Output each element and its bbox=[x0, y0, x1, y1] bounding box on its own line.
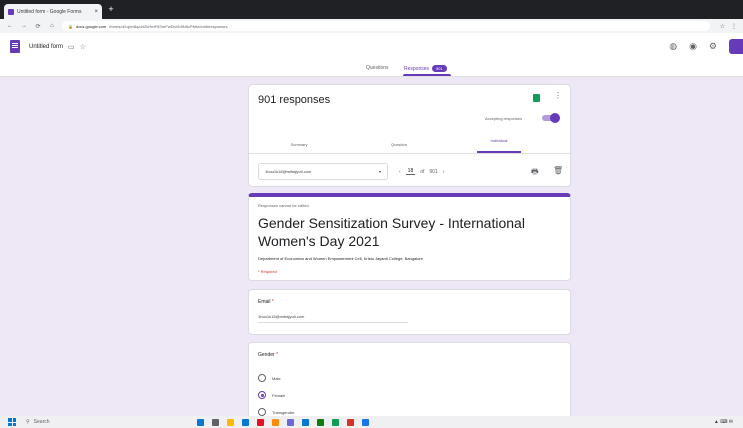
address-bar[interactable]: 🔒 docs.google.com /forms/d/1qlmBqaI4ZkHm… bbox=[62, 21, 710, 31]
settings-icon[interactable]: ⚙ bbox=[709, 41, 717, 52]
taskbar-app-icon[interactable] bbox=[257, 418, 264, 426]
taskbar-app-icon[interactable] bbox=[272, 418, 279, 426]
option-label: Male bbox=[272, 375, 281, 381]
taskbar-app-icon[interactable] bbox=[197, 418, 204, 426]
option-transgender[interactable]: Transgender bbox=[258, 408, 295, 416]
accepting-responses-label: Accepting responses bbox=[485, 116, 523, 121]
radio-button[interactable] bbox=[258, 408, 266, 416]
accepting-responses-toggle[interactable] bbox=[542, 113, 560, 123]
option-label: Transgender bbox=[272, 409, 295, 415]
previous-response-icon[interactable]: ‹ bbox=[399, 169, 401, 175]
respondent-select-value: 1hou1k18@mitrajyoti.com bbox=[265, 169, 312, 174]
browser-tab-strip: Untitled form - Google Forms × + bbox=[0, 0, 743, 19]
response-count: 901 responses bbox=[258, 94, 331, 106]
respondent-select[interactable]: 1hou1k18@mitrajyoti.com ▾ bbox=[258, 163, 388, 180]
taskbar-app-icon[interactable] bbox=[242, 418, 249, 426]
gender-question-label: Gender * bbox=[258, 352, 278, 358]
taskbar-app-icon[interactable] bbox=[212, 418, 219, 426]
taskbar-app-icon[interactable] bbox=[332, 418, 339, 426]
email-label-text: Email bbox=[258, 299, 271, 305]
tab-individual[interactable]: Individual bbox=[481, 138, 517, 144]
option-female[interactable]: Female bbox=[258, 391, 285, 399]
pager-of-label: of bbox=[420, 168, 425, 175]
forms-favicon-icon bbox=[8, 8, 14, 15]
form-sections-nav: Questions Responses 901 bbox=[0, 60, 743, 77]
toggle-knob bbox=[550, 113, 560, 123]
current-response-input[interactable]: 18 bbox=[405, 168, 416, 175]
response-count-badge: 901 bbox=[432, 65, 447, 72]
tab-responses[interactable]: Responses 901 bbox=[404, 65, 447, 72]
required-star: * bbox=[276, 352, 279, 358]
new-tab-button[interactable]: + bbox=[106, 4, 116, 14]
required-star: * bbox=[271, 299, 274, 305]
tab-responses-label: Responses bbox=[404, 66, 430, 72]
taskbar-search[interactable]: ⚲ Search bbox=[22, 417, 172, 427]
customize-theme-icon[interactable]: ◍ bbox=[669, 41, 677, 52]
back-icon[interactable]: ← bbox=[6, 23, 14, 29]
more-options-icon[interactable]: ⋮ bbox=[554, 91, 562, 100]
radio-button[interactable] bbox=[258, 374, 266, 382]
windows-taskbar: ⚲ Search ▲ ⌨ ✉ bbox=[0, 416, 743, 428]
survey-title: Gender Sensitization Survey - Internatio… bbox=[258, 215, 525, 249]
gender-label-text: Gender bbox=[258, 352, 275, 358]
move-to-folder-icon[interactable]: ▭ bbox=[68, 43, 75, 51]
pinned-apps bbox=[197, 418, 369, 426]
tab-summary[interactable]: Summary bbox=[279, 142, 319, 148]
browser-tab-title: Untitled form - Google Forms bbox=[17, 8, 82, 15]
browser-tab[interactable]: Untitled form - Google Forms × bbox=[4, 4, 102, 19]
close-tab-icon[interactable]: × bbox=[94, 9, 98, 15]
tab-questions[interactable]: Questions bbox=[366, 65, 389, 71]
print-icon[interactable]: 🖶 bbox=[531, 166, 539, 180]
browser-toolbar: ← → ⟳ ⌂ 🔒 docs.google.com /forms/d/1qlmB… bbox=[0, 19, 743, 33]
response-pager: ‹ 18 of 901 › bbox=[399, 168, 444, 175]
taskbar-app-icon[interactable] bbox=[362, 418, 369, 426]
responses-summary-card: 901 responses ⋮ Accepting responses Summ… bbox=[248, 84, 571, 187]
delete-response-icon[interactable]: 🗑 bbox=[553, 166, 563, 175]
required-note: * Required bbox=[258, 269, 277, 274]
forms-header: Untitled form ▭ ☆ ◍ ◉ ⚙ bbox=[0, 33, 743, 60]
divider bbox=[249, 153, 570, 154]
home-icon[interactable]: ⌂ bbox=[48, 23, 56, 29]
reload-icon[interactable]: ⟳ bbox=[34, 23, 42, 30]
no-edit-note: Responses cannot be edited bbox=[258, 203, 309, 208]
pager-total: 901 bbox=[429, 168, 438, 175]
taskbar-app-icon[interactable] bbox=[317, 418, 324, 426]
google-sheets-icon[interactable] bbox=[533, 94, 540, 102]
taskbar-search-placeholder: Search bbox=[33, 419, 50, 425]
radio-button-checked[interactable] bbox=[258, 391, 266, 399]
taskbar-app-icon[interactable] bbox=[227, 418, 234, 426]
url-path: /forms/d/1qlmBqaI4ZkHmF5SmFwDbVb9N8vPMsr… bbox=[109, 23, 228, 29]
taskbar-app-icon[interactable] bbox=[287, 418, 294, 426]
windows-start-icon[interactable] bbox=[8, 418, 16, 426]
browser-menu-icon[interactable]: ⋮ bbox=[731, 23, 737, 30]
url-host: docs.google.com bbox=[75, 23, 107, 29]
google-forms-logo-icon[interactable] bbox=[10, 40, 20, 53]
preview-icon[interactable]: ◉ bbox=[689, 41, 697, 52]
forward-icon[interactable]: → bbox=[20, 23, 28, 29]
tab-question[interactable]: Question bbox=[379, 142, 419, 148]
system-tray[interactable]: ▲ ⌨ ✉ bbox=[714, 419, 733, 425]
survey-description: Department of Economics and Women Empowe… bbox=[258, 256, 423, 261]
bookmark-star-icon[interactable]: ☆ bbox=[720, 23, 725, 30]
form-title[interactable]: Untitled form bbox=[29, 44, 63, 50]
option-label: Female bbox=[272, 392, 286, 398]
taskbar-app-icon[interactable] bbox=[347, 418, 354, 426]
form-header-card: Responses cannot be edited Gender Sensit… bbox=[248, 193, 571, 281]
chevron-down-icon: ▾ bbox=[378, 169, 381, 174]
email-answer: 1hou1k18@mitrajyoti.com bbox=[258, 314, 408, 323]
option-male[interactable]: Male bbox=[258, 374, 281, 382]
lock-icon: 🔒 bbox=[68, 23, 73, 29]
next-response-icon[interactable]: › bbox=[443, 169, 445, 175]
search-icon: ⚲ bbox=[26, 419, 30, 425]
email-question-label: Email * bbox=[258, 299, 274, 305]
send-button[interactable] bbox=[729, 39, 743, 54]
star-icon[interactable]: ☆ bbox=[80, 43, 86, 51]
active-tab-indicator bbox=[403, 74, 451, 76]
email-question-card: Email * 1hou1k18@mitrajyoti.com bbox=[248, 289, 571, 335]
taskbar-app-icon[interactable] bbox=[302, 418, 309, 426]
